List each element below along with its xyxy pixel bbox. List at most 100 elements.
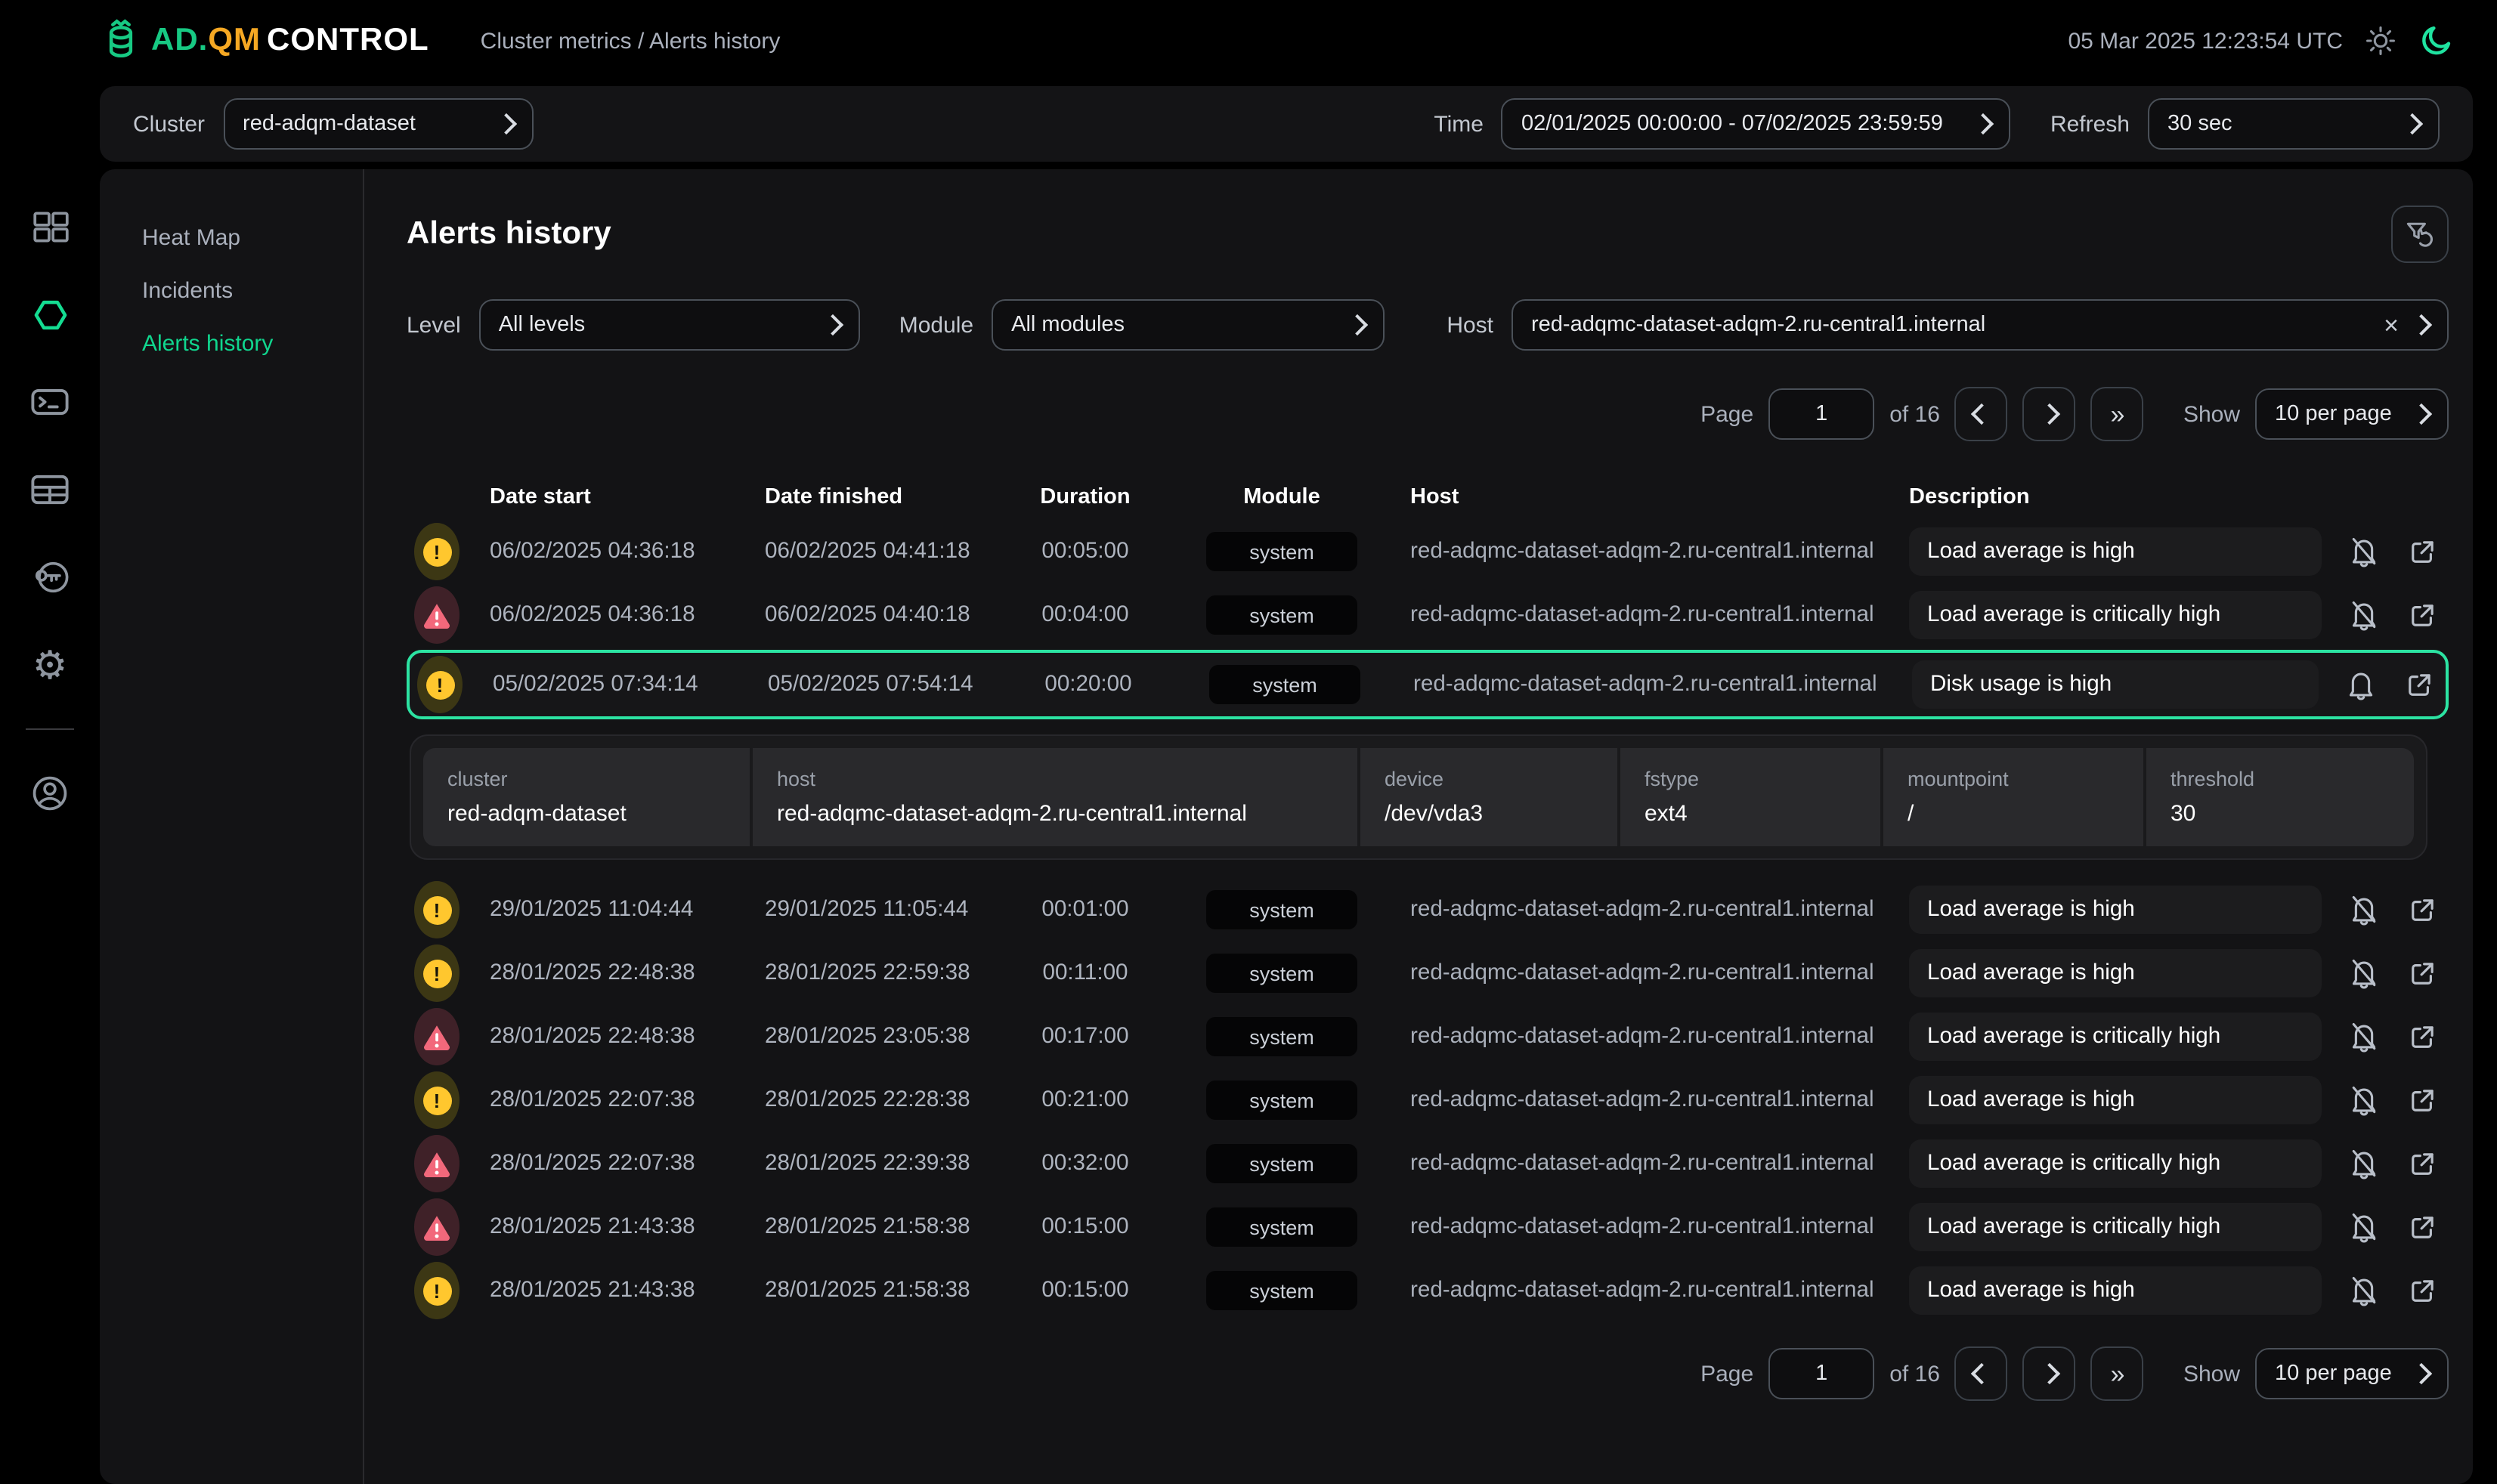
last-page-button[interactable]: » [2091,1346,2144,1401]
page-label: Page [1700,401,1753,427]
alert-row[interactable]: ! 28/01/2025 22:48:38 28/01/2025 22:59:3… [407,941,2449,1005]
alert-row[interactable]: ! 28/01/2025 21:43:38 28/01/2025 21:58:3… [407,1259,2449,1322]
alert-row[interactable]: ! 06/02/2025 04:36:18 06/02/2025 04:40:1… [407,583,2449,647]
pagination-top: Page of 16 » Show 10 per page [407,387,2449,441]
duration-cell: 00:05:00 [1017,539,1153,564]
terminal-icon[interactable] [26,378,74,426]
detail-label: host [777,768,1333,790]
mute-alert-bell-icon[interactable] [2334,1147,2394,1180]
alert-row[interactable]: ! 28/01/2025 22:07:38 28/01/2025 22:39:3… [407,1132,2449,1195]
rail-divider [26,728,74,730]
per-page-select[interactable]: 10 per page [2255,1348,2449,1399]
next-page-button[interactable] [2023,387,2076,441]
per-page-select[interactable]: 10 per page [2255,388,2449,440]
open-alert-external-link-icon[interactable] [2394,1148,2449,1179]
reset-filters-button[interactable] [2391,206,2449,263]
prev-page-button[interactable] [1955,1346,2008,1401]
mute-alert-bell-icon[interactable] [2334,1274,2394,1307]
description-cell: Load average is critically high [1909,591,2322,639]
level-select[interactable]: All levels [479,299,860,351]
module-badge: system [1206,1017,1357,1056]
mute-alert-bell-icon[interactable] [2334,1020,2394,1053]
col-date-start: Date start [473,485,745,509]
module-badge: system [1206,1144,1357,1183]
time-range-select[interactable]: 02/01/2025 00:00:00 - 07/02/2025 23:59:5… [1502,98,2011,150]
alert-row[interactable]: ! 28/01/2025 22:07:38 28/01/2025 22:28:3… [407,1068,2449,1132]
host-label: Host [1447,312,1493,338]
detail-value: ext4 [1645,801,1856,827]
last-page-button[interactable]: » [2091,387,2144,441]
col-host: Host [1410,485,1909,509]
module-badge: system [1206,890,1357,929]
open-alert-external-link-icon[interactable] [2394,957,2449,989]
tables-icon[interactable] [26,465,74,514]
mute-alert-bell-icon[interactable] [2334,1210,2394,1244]
host-cell: red-adqmc-dataset-adqm-2.ru-central1.int… [1410,1025,1909,1049]
col-description: Description [1909,485,2334,509]
date-finished-cell: 28/01/2025 21:58:38 [745,1278,1017,1303]
mute-alert-bell-icon[interactable] [2334,957,2394,990]
light-theme-sun-icon[interactable] [2364,24,2397,57]
profile-icon[interactable] [26,769,74,818]
mute-alert-bell-icon[interactable] [2331,668,2391,701]
open-alert-external-link-icon[interactable] [2391,669,2446,700]
refresh-interval-select[interactable]: 30 sec [2148,98,2440,150]
host-cell: red-adqmc-dataset-adqm-2.ru-central1.int… [1410,539,1909,564]
date-finished-cell: 28/01/2025 22:39:38 [745,1152,1017,1176]
detail-value: 30 [2171,801,2390,827]
open-alert-external-link-icon[interactable] [2394,1211,2449,1243]
detail-cell: fstype ext4 [1620,748,1880,846]
module-select[interactable]: All modules [992,299,1385,351]
dark-theme-moon-icon[interactable] [2418,23,2455,59]
page-number-input[interactable] [1768,388,1874,440]
detail-cell: threshold 30 [2146,748,2414,846]
chevron-right-icon [2039,1363,2060,1384]
alert-row[interactable]: ! 29/01/2025 11:04:44 29/01/2025 11:05:4… [407,878,2449,941]
detail-value: / [1908,801,2119,827]
cluster-hexagon-icon[interactable] [26,290,74,339]
app-logo[interactable]: AD.QMCONTROL [100,18,429,63]
alert-row[interactable]: ! 05/02/2025 07:34:14 05/02/2025 07:54:1… [407,650,2449,719]
open-alert-external-link-icon[interactable] [2394,1275,2449,1306]
host-cell: red-adqmc-dataset-adqm-2.ru-central1.int… [1410,898,1909,922]
host-select[interactable]: red-adqmc-dataset-adqm-2.ru-central1.int… [1512,299,2449,351]
clear-host-icon[interactable]: × [2384,312,2399,338]
sidebar-item-incidents[interactable]: Incidents [100,264,363,317]
warning-icon: ! [414,1262,459,1319]
next-page-button[interactable] [2023,1346,2076,1401]
show-label: Show [2183,1361,2240,1387]
page-number-input[interactable] [1768,1348,1874,1399]
prev-page-button[interactable] [1955,387,2008,441]
mute-alert-bell-icon[interactable] [2334,1084,2394,1117]
module-badge: system [1206,1081,1357,1120]
open-alert-external-link-icon[interactable] [2394,894,2449,926]
mute-alert-bell-icon[interactable] [2334,598,2394,632]
dashboard-grid-icon[interactable] [26,203,74,251]
settings-gear-icon[interactable]: ⚙ [26,641,74,689]
open-alert-external-link-icon[interactable] [2394,599,2449,631]
alerts-table-body: ! 06/02/2025 04:36:18 06/02/2025 04:41:1… [407,520,2449,1322]
description-cell: Load average is high [1909,1076,2322,1124]
sidebar-item-alerts-history[interactable]: Alerts history [100,317,363,370]
sidebar-item-heat-map[interactable]: Heat Map [100,212,363,264]
open-alert-external-link-icon[interactable] [2394,1084,2449,1116]
mute-alert-bell-icon[interactable] [2334,893,2394,926]
alert-row[interactable]: ! 06/02/2025 04:36:18 06/02/2025 04:41:1… [407,520,2449,583]
detail-cell: device /dev/vda3 [1360,748,1617,846]
cluster-select[interactable]: red-adqm-dataset [223,98,533,150]
date-start-cell: 05/02/2025 07:34:14 [476,672,748,697]
alert-row[interactable]: ! 28/01/2025 22:48:38 28/01/2025 23:05:3… [407,1005,2449,1068]
chevron-right-icon [2402,113,2423,134]
open-alert-external-link-icon[interactable] [2394,1021,2449,1053]
host-cell: red-adqmc-dataset-adqm-2.ru-central1.int… [1410,1278,1909,1303]
open-alert-external-link-icon[interactable] [2394,536,2449,567]
date-start-cell: 28/01/2025 22:48:38 [473,961,745,985]
alert-row[interactable]: ! 28/01/2025 21:43:38 28/01/2025 21:58:3… [407,1195,2449,1259]
col-date-finished: Date finished [745,485,1017,509]
access-key-icon[interactable] [26,553,74,601]
mute-alert-bell-icon[interactable] [2334,535,2394,568]
date-finished-cell: 28/01/2025 22:28:38 [745,1088,1017,1112]
detail-label: device [1385,768,1593,790]
breadcrumb[interactable]: Cluster metrics / Alerts history [481,28,781,54]
chevron-right-icon [2411,314,2432,335]
